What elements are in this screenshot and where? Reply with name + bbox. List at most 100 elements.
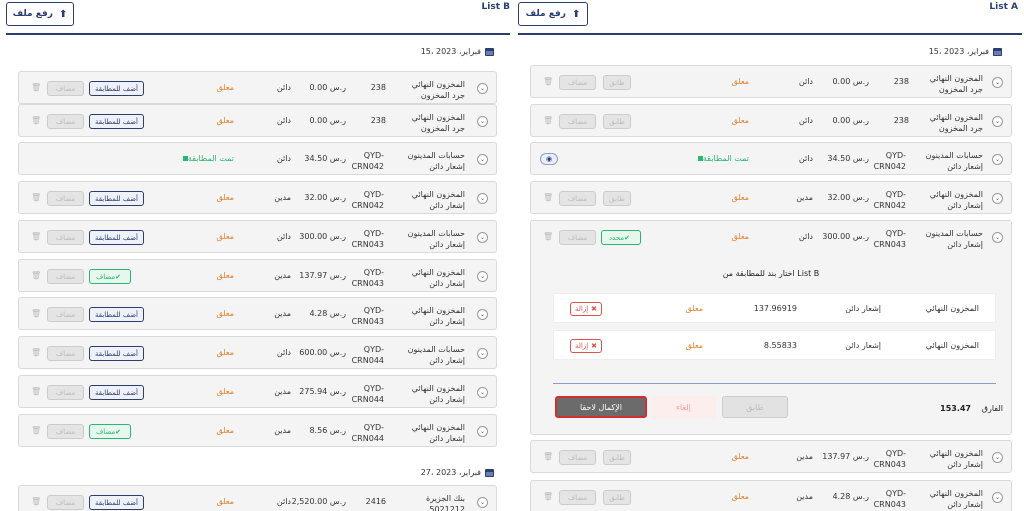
account-cell: حسابات المدينون إشعار دائن [926, 150, 983, 172]
chevron-down-icon[interactable]: ⌄ [992, 232, 1003, 243]
account-name: حسابات المدينون [407, 345, 465, 354]
reference-line: CRN043 [351, 240, 384, 249]
trash-icon[interactable]: 🗑 [31, 309, 41, 318]
disabled-button: مضاف [47, 191, 84, 206]
reference: QYD- CRN043 [874, 488, 906, 510]
trash-icon[interactable]: 🗑 [543, 492, 553, 501]
date-label: 15، فبراير، 2023 [928, 47, 989, 56]
remove-label: إزالة [575, 305, 589, 313]
chevron-down-icon[interactable]: ⌄ [477, 387, 488, 398]
chevron-down-icon[interactable]: ⌄ [477, 83, 488, 94]
trash-icon[interactable]: 🗑 [31, 232, 41, 241]
reference: 238 [893, 77, 909, 86]
complete-later-button[interactable]: الإكمال لاحقا [555, 396, 647, 418]
trash-icon[interactable]: 🗑 [31, 116, 41, 125]
upload-file-button[interactable]: رفع ملف ⬆ [518, 2, 588, 26]
disabled-button: مضاف [559, 490, 596, 505]
reference-line: CRN043 [351, 317, 384, 326]
add-to-match-button[interactable]: أضف للمطابقة [89, 346, 144, 361]
amount: 275.94 ر.س [299, 387, 346, 396]
chevron-down-icon[interactable]: ⌄ [477, 154, 488, 165]
account-name: حسابات المدينون [407, 151, 465, 160]
trash-icon[interactable]: 🗑 [543, 77, 553, 86]
trash-icon[interactable]: 🗑 [543, 232, 553, 241]
add-to-match-button[interactable]: أضف للمطابقة [89, 114, 144, 129]
add-to-match-button[interactable]: أضف للمطابقة [89, 385, 144, 400]
reference: QYD- CRN042 [352, 150, 384, 172]
add-to-match-button[interactable]: أضف للمطابقة [89, 230, 144, 245]
reference-line: QYD- [363, 384, 384, 393]
reference: QYD- CRN044 [352, 344, 384, 366]
chevron-down-icon[interactable]: ⌄ [477, 271, 488, 282]
cancel-button[interactable]: إلغاء [651, 396, 716, 418]
account-cell: المخزون النهائي إشعار دائن [412, 305, 465, 327]
account-name: المخزون النهائي [411, 423, 465, 432]
chevron-down-icon[interactable]: ⌄ [992, 154, 1003, 165]
chevron-down-icon[interactable]: ⌄ [992, 492, 1003, 503]
reference-line: QYD- [363, 423, 384, 432]
disabled-button: مضاف [47, 230, 84, 245]
trash-icon[interactable]: 🗑 [31, 83, 41, 92]
status-label: معلق [216, 193, 234, 202]
chevron-down-icon[interactable]: ⌄ [477, 309, 488, 320]
added-button[interactable]: مضاف ✔ [89, 424, 131, 439]
remove-button[interactable]: إزالة ✖ [570, 302, 603, 316]
trash-icon[interactable]: 🗑 [31, 497, 41, 506]
reference: QYD- CRN042 [874, 189, 906, 211]
reference-line: CRN044 [351, 395, 384, 404]
reference-line: CRN044 [351, 434, 384, 443]
disabled-button: مضاف [47, 269, 84, 284]
disabled-label: مضاف [55, 310, 76, 319]
trash-icon[interactable]: 🗑 [31, 426, 41, 435]
trash-icon[interactable]: 🗑 [543, 193, 553, 202]
trash-icon[interactable]: 🗑 [31, 348, 41, 357]
trash-icon[interactable]: 🗑 [31, 271, 41, 280]
account-cell: المخزون النهائي إشعار دائن [412, 189, 465, 211]
list-row: ⌄ بنك الجزيرة 5021212 2416 2,520.00 ر.س دائن م… [18, 485, 497, 511]
add-to-match-button[interactable]: أضف للمطابقة [89, 495, 144, 510]
entry-side: دائن [276, 83, 291, 92]
chevron-down-icon[interactable]: ⌄ [477, 426, 488, 437]
chevron-down-icon[interactable]: ⌄ [992, 193, 1003, 204]
upload-file-button[interactable]: رفع ملف ⬆ [6, 2, 74, 26]
disabled-label: مضاف [55, 233, 76, 242]
add-to-match-button[interactable]: أضف للمطابقة [89, 81, 144, 96]
remove-label: إزالة [575, 342, 589, 350]
chevron-down-icon[interactable]: ⌄ [477, 497, 488, 508]
chevron-down-icon[interactable]: ⌄ [477, 193, 488, 204]
chevron-down-icon[interactable]: ⌄ [477, 232, 488, 243]
added-button[interactable]: مضاف ✔ [89, 269, 131, 284]
chevron-down-icon[interactable]: ⌄ [477, 348, 488, 359]
amount: 0.00 ر.س [309, 83, 346, 92]
amount: 34.50 ر.س [827, 154, 869, 163]
view-icon[interactable]: ◉ [540, 153, 558, 165]
trash-icon[interactable]: 🗑 [543, 116, 553, 125]
entry-side: مدين [274, 309, 291, 318]
disabled-label: مضاف [55, 117, 76, 126]
reference: QYD- CRN043 [352, 228, 384, 250]
entry-side: مدين [274, 193, 291, 202]
trash-icon[interactable]: 🗑 [31, 387, 41, 396]
status-label: معلق [216, 83, 234, 92]
reference-line: QYD- [885, 229, 906, 238]
trash-icon[interactable]: 🗑 [543, 452, 553, 461]
disabled-button: مضاف [559, 114, 596, 129]
status-label: معلق [731, 77, 749, 86]
match-button: طابق [603, 75, 631, 90]
chevron-down-icon[interactable]: ⌄ [477, 116, 488, 127]
add-to-match-button[interactable]: أضف للمطابقة [89, 191, 144, 206]
reference: 238 [370, 83, 386, 92]
upload-icon: ⬆ [58, 8, 68, 20]
chevron-down-icon[interactable]: ⌄ [992, 452, 1003, 463]
reference-line: QYD- [363, 151, 384, 160]
item-status: معلق [685, 341, 703, 350]
reference-line: QYD- [885, 449, 906, 458]
chevron-down-icon[interactable]: ⌄ [992, 77, 1003, 88]
chevron-down-icon[interactable]: ⌄ [992, 116, 1003, 127]
entry-type: إشعار دائن [429, 434, 465, 443]
trash-icon[interactable]: 🗑 [31, 193, 41, 202]
add-to-match-button[interactable]: أضف للمطابقة [89, 307, 144, 322]
selected-button[interactable]: محدد ✔ [601, 230, 641, 245]
entry-type: إشعار دائن [947, 460, 983, 469]
remove-button[interactable]: إزالة ✖ [570, 339, 603, 353]
